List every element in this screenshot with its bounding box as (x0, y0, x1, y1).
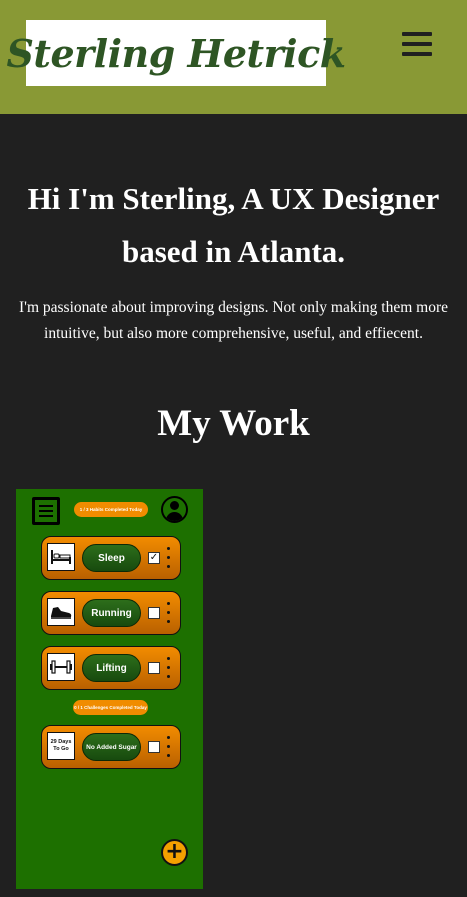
habit-checkbox[interactable] (148, 607, 160, 619)
dumbbell-icon (47, 653, 75, 681)
habit-row-running: Running (41, 591, 181, 635)
logo-text: Sterling Hetrick (6, 30, 346, 76)
hero-title: Hi I'm Sterling, A UX Designer based in … (27, 181, 440, 269)
more-options-icon[interactable] (166, 655, 172, 683)
days-remaining-badge: 29 Days To Go (47, 732, 75, 760)
my-work-heading: My Work (157, 403, 310, 444)
challenge-label: No Added Sugar (82, 733, 141, 761)
hero-subtitle: I'm passionate about improving designs. … (19, 299, 448, 342)
bed-icon (47, 543, 75, 571)
habit-label: Sleep (82, 544, 141, 572)
habit-row-lifting: Lifting (41, 646, 181, 690)
habit-checkbox[interactable] (148, 662, 160, 674)
project-card-habit-tracker[interactable]: 1 / 3 Habits Completed Today Sleep ✓ Run… (16, 489, 203, 889)
challenge-row: 29 Days To Go No Added Sugar (41, 725, 181, 769)
challenges-status-pill: 0 / 1 Challenges Completed Today (73, 700, 148, 715)
challenge-checkbox[interactable] (148, 741, 160, 753)
add-habit-button[interactable]: + (161, 839, 188, 866)
app-menu-icon (32, 497, 60, 525)
more-options-icon[interactable] (166, 734, 172, 762)
days-caption: To Go (53, 746, 69, 752)
habit-label: Running (82, 599, 141, 627)
more-options-icon[interactable] (166, 600, 172, 628)
days-count: 29 Days (50, 739, 72, 745)
site-header: Sterling Hetrick (0, 0, 467, 114)
more-options-icon[interactable] (166, 545, 172, 573)
running-shoe-icon (47, 598, 75, 626)
habits-status-pill: 1 / 3 Habits Completed Today (74, 502, 148, 517)
logo[interactable]: Sterling Hetrick (6, 20, 346, 86)
profile-icon (161, 496, 188, 523)
habit-label: Lifting (82, 654, 141, 682)
habit-checkbox[interactable]: ✓ (148, 552, 160, 564)
hamburger-menu-icon[interactable] (402, 31, 432, 59)
habit-row-sleep: Sleep ✓ (41, 536, 181, 580)
